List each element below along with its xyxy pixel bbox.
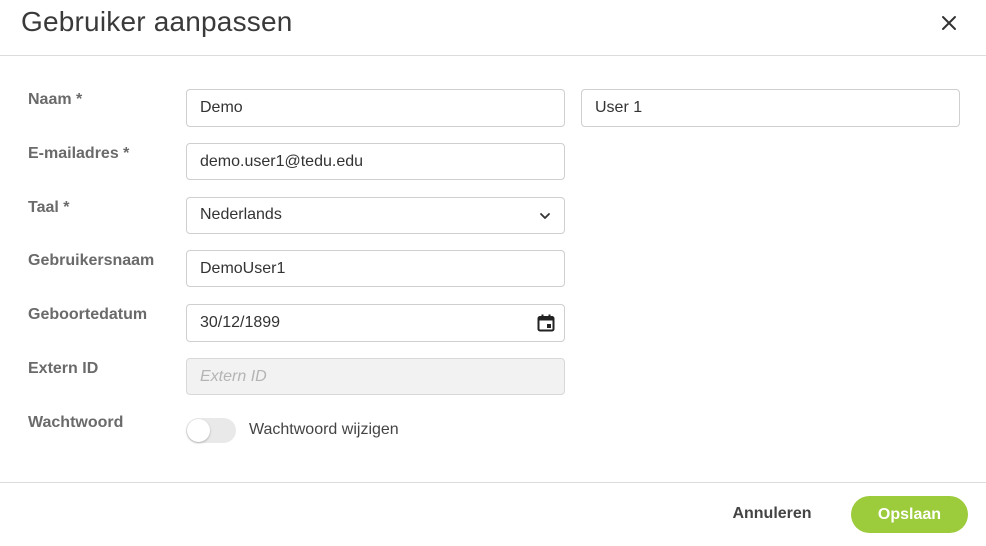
birthdate-input[interactable]: 30/12/1899 [186,304,565,342]
birthdate-value: 30/12/1899 [200,314,281,331]
close-icon [942,16,956,30]
language-label: Taal * [28,199,70,216]
external-id-label: Extern ID [28,360,99,377]
password-label: Wachtwoord [28,414,124,431]
email-label: E-mailadres * [28,145,130,162]
last-name-input[interactable] [581,89,960,127]
username-input[interactable] [186,250,565,287]
cancel-button[interactable]: Annuleren [718,496,826,532]
password-change-label[interactable]: Wachtwoord wijzigen [249,421,399,439]
dialog-footer [0,482,986,546]
dialog-header: Gebruiker aanpassen [0,0,986,56]
calendar-icon[interactable] [536,313,556,333]
language-select-value: Nederlands [200,206,282,223]
name-label: Naam * [28,91,83,108]
external-id-input [186,358,565,395]
first-name-input[interactable] [186,89,565,127]
username-label: Gebruikersnaam [28,252,155,269]
dialog-title: Gebruiker aanpassen [21,6,293,37]
password-change-toggle[interactable] [186,418,236,443]
chevron-down-icon [540,213,550,219]
birthdate-label: Geboortedatum [28,306,148,323]
save-button[interactable]: Opslaan [851,496,968,533]
close-button[interactable] [936,10,962,36]
toggle-knob [187,419,210,442]
edit-user-dialog: Gebruiker aanpassen Naam * E-mailadres *… [0,0,986,546]
language-select[interactable]: Nederlands [186,197,565,234]
email-input[interactable] [186,143,565,180]
